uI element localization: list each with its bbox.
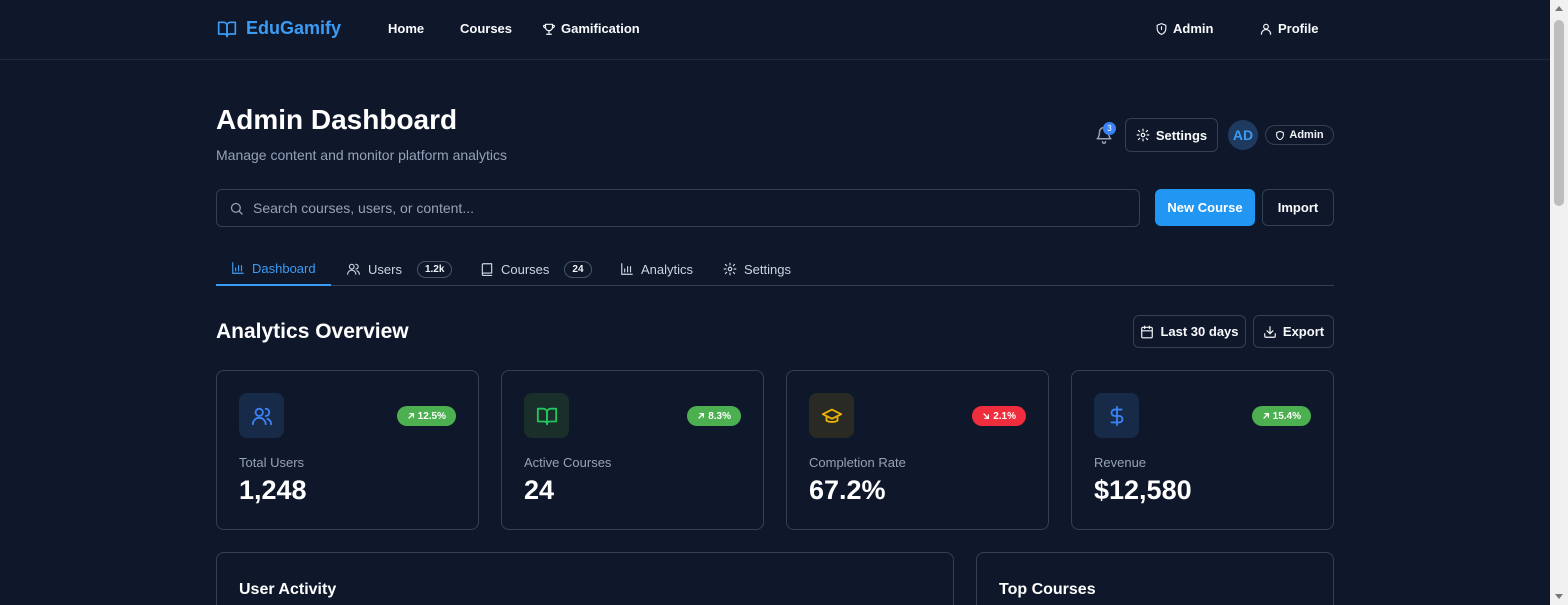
tab-label: Analytics <box>641 261 694 277</box>
brand-name: EduGamify <box>246 18 342 38</box>
scrollbar-thumb[interactable] <box>1554 20 1564 206</box>
tab-label: Dashboard <box>252 260 316 276</box>
bar-chart-icon <box>620 262 634 276</box>
arrow-up-right-icon <box>407 412 415 420</box>
top-nav: EduGamify Home Courses Gamification Admi… <box>0 0 1550 60</box>
search-icon <box>229 201 244 216</box>
shield-icon <box>1275 130 1285 141</box>
tab-analytics[interactable]: Analytics <box>605 252 708 286</box>
trend-badge: 15.4% <box>1251 406 1311 426</box>
nav-link-courses[interactable]: Courses <box>460 21 512 36</box>
nav-link-gamification[interactable]: Gamification <box>542 21 640 36</box>
stat-value: 67.2% <box>809 475 886 505</box>
tab-bar: Dashboard Users 1.2k Courses 24 Analytic… <box>216 252 1334 286</box>
trend-value: 15.4% <box>1272 410 1301 422</box>
trend-value: 2.1% <box>993 410 1016 422</box>
export-button-label: Export <box>1282 324 1325 339</box>
bar-chart-icon <box>231 261 245 275</box>
gear-icon <box>1136 128 1150 142</box>
arrow-up-right-icon <box>697 412 705 420</box>
nav-link-label: Courses <box>460 21 513 36</box>
nav-link-profile[interactable]: Profile <box>1259 21 1318 36</box>
nav-link-label: Admin <box>1173 21 1214 36</box>
nav-link-label: Gamification <box>561 21 640 36</box>
new-course-button[interactable]: New Course <box>1155 189 1255 226</box>
date-range-label: Last 30 days <box>1160 324 1239 339</box>
trophy-icon <box>542 22 556 36</box>
stat-card-active-courses: 8.3% Active Courses 24 <box>501 370 764 530</box>
search-input[interactable] <box>253 190 1123 226</box>
shield-icon <box>1155 22 1168 36</box>
gear-icon <box>723 262 737 276</box>
tab-label: Users <box>368 261 402 277</box>
users-icon <box>239 393 284 438</box>
arrow-up-right-icon <box>1262 412 1270 420</box>
book-open-icon <box>524 393 569 438</box>
arrow-down-right-icon <box>982 412 990 420</box>
nav-link-label: Home <box>388 21 425 36</box>
dollar-icon <box>1094 393 1139 438</box>
user-icon <box>1259 22 1273 36</box>
trend-value: 8.3% <box>708 410 731 422</box>
tab-label: Courses <box>501 261 550 277</box>
date-range-button[interactable]: Last 30 days <box>1133 315 1246 348</box>
book-icon <box>480 262 494 276</box>
avatar[interactable]: AD <box>1228 120 1258 150</box>
settings-button-label: Settings <box>1155 127 1208 143</box>
export-button[interactable]: Export <box>1253 315 1334 348</box>
notification-count-badge: 3 <box>1103 122 1116 135</box>
stat-card-total-users: 12.5% Total Users 1,248 <box>216 370 479 530</box>
trend-badge: 8.3% <box>687 406 741 426</box>
tab-dashboard[interactable]: Dashboard <box>216 252 331 286</box>
stat-label: Revenue <box>1094 455 1147 470</box>
panel-title: User Activity <box>239 581 337 598</box>
trend-badge: 12.5% <box>396 406 456 426</box>
tab-users[interactable]: Users 1.2k <box>331 252 467 286</box>
users-icon <box>346 262 361 276</box>
page-subtitle: Manage content and monitor platform anal… <box>216 147 508 163</box>
trend-value: 12.5% <box>417 410 446 422</box>
user-activity-panel: User Activity <box>216 552 954 605</box>
nav-link-admin[interactable]: Admin <box>1155 21 1213 36</box>
top-courses-panel: Top Courses <box>976 552 1334 605</box>
tab-label: Settings <box>744 261 791 277</box>
section-title: Analytics Overview <box>216 320 409 343</box>
stat-value: $12,580 <box>1094 475 1192 505</box>
stat-card-revenue: 15.4% Revenue $12,580 <box>1071 370 1334 530</box>
calendar-icon <box>1140 325 1154 339</box>
stat-value: 1,248 <box>239 475 307 505</box>
trend-badge: 2.1% <box>972 406 1026 426</box>
scroll-up-arrow-icon[interactable] <box>1555 6 1563 11</box>
book-open-icon <box>216 19 238 39</box>
brand-logo[interactable]: EduGamify <box>216 18 341 39</box>
nav-link-home[interactable]: Home <box>388 21 424 36</box>
nav-link-label: Profile <box>1278 21 1319 36</box>
graduation-cap-icon <box>809 393 854 438</box>
tab-courses[interactable]: Courses 24 <box>465 252 607 286</box>
import-button[interactable]: Import <box>1262 189 1334 226</box>
panel-title: Top Courses <box>999 581 1096 598</box>
role-badge: Admin <box>1265 125 1334 145</box>
tab-count-badge: 1.2k <box>416 260 453 278</box>
stat-label: Active Courses <box>524 455 612 470</box>
download-icon <box>1263 325 1277 339</box>
stat-value: 24 <box>524 475 555 505</box>
stat-label: Total Users <box>239 455 305 470</box>
tab-count-badge: 24 <box>564 260 592 278</box>
stat-label: Completion Rate <box>809 455 906 470</box>
scroll-down-arrow-icon[interactable] <box>1555 594 1563 599</box>
page-title: Admin Dashboard <box>216 104 458 135</box>
tab-settings[interactable]: Settings <box>708 252 806 286</box>
scrollbar[interactable] <box>1550 0 1568 605</box>
role-badge-label: Admin <box>1289 129 1324 141</box>
settings-button[interactable]: Settings <box>1125 118 1218 152</box>
search-bar <box>216 189 1140 227</box>
stat-card-completion-rate: 2.1% Completion Rate 67.2% <box>786 370 1049 530</box>
import-button-label: Import <box>1277 200 1319 215</box>
